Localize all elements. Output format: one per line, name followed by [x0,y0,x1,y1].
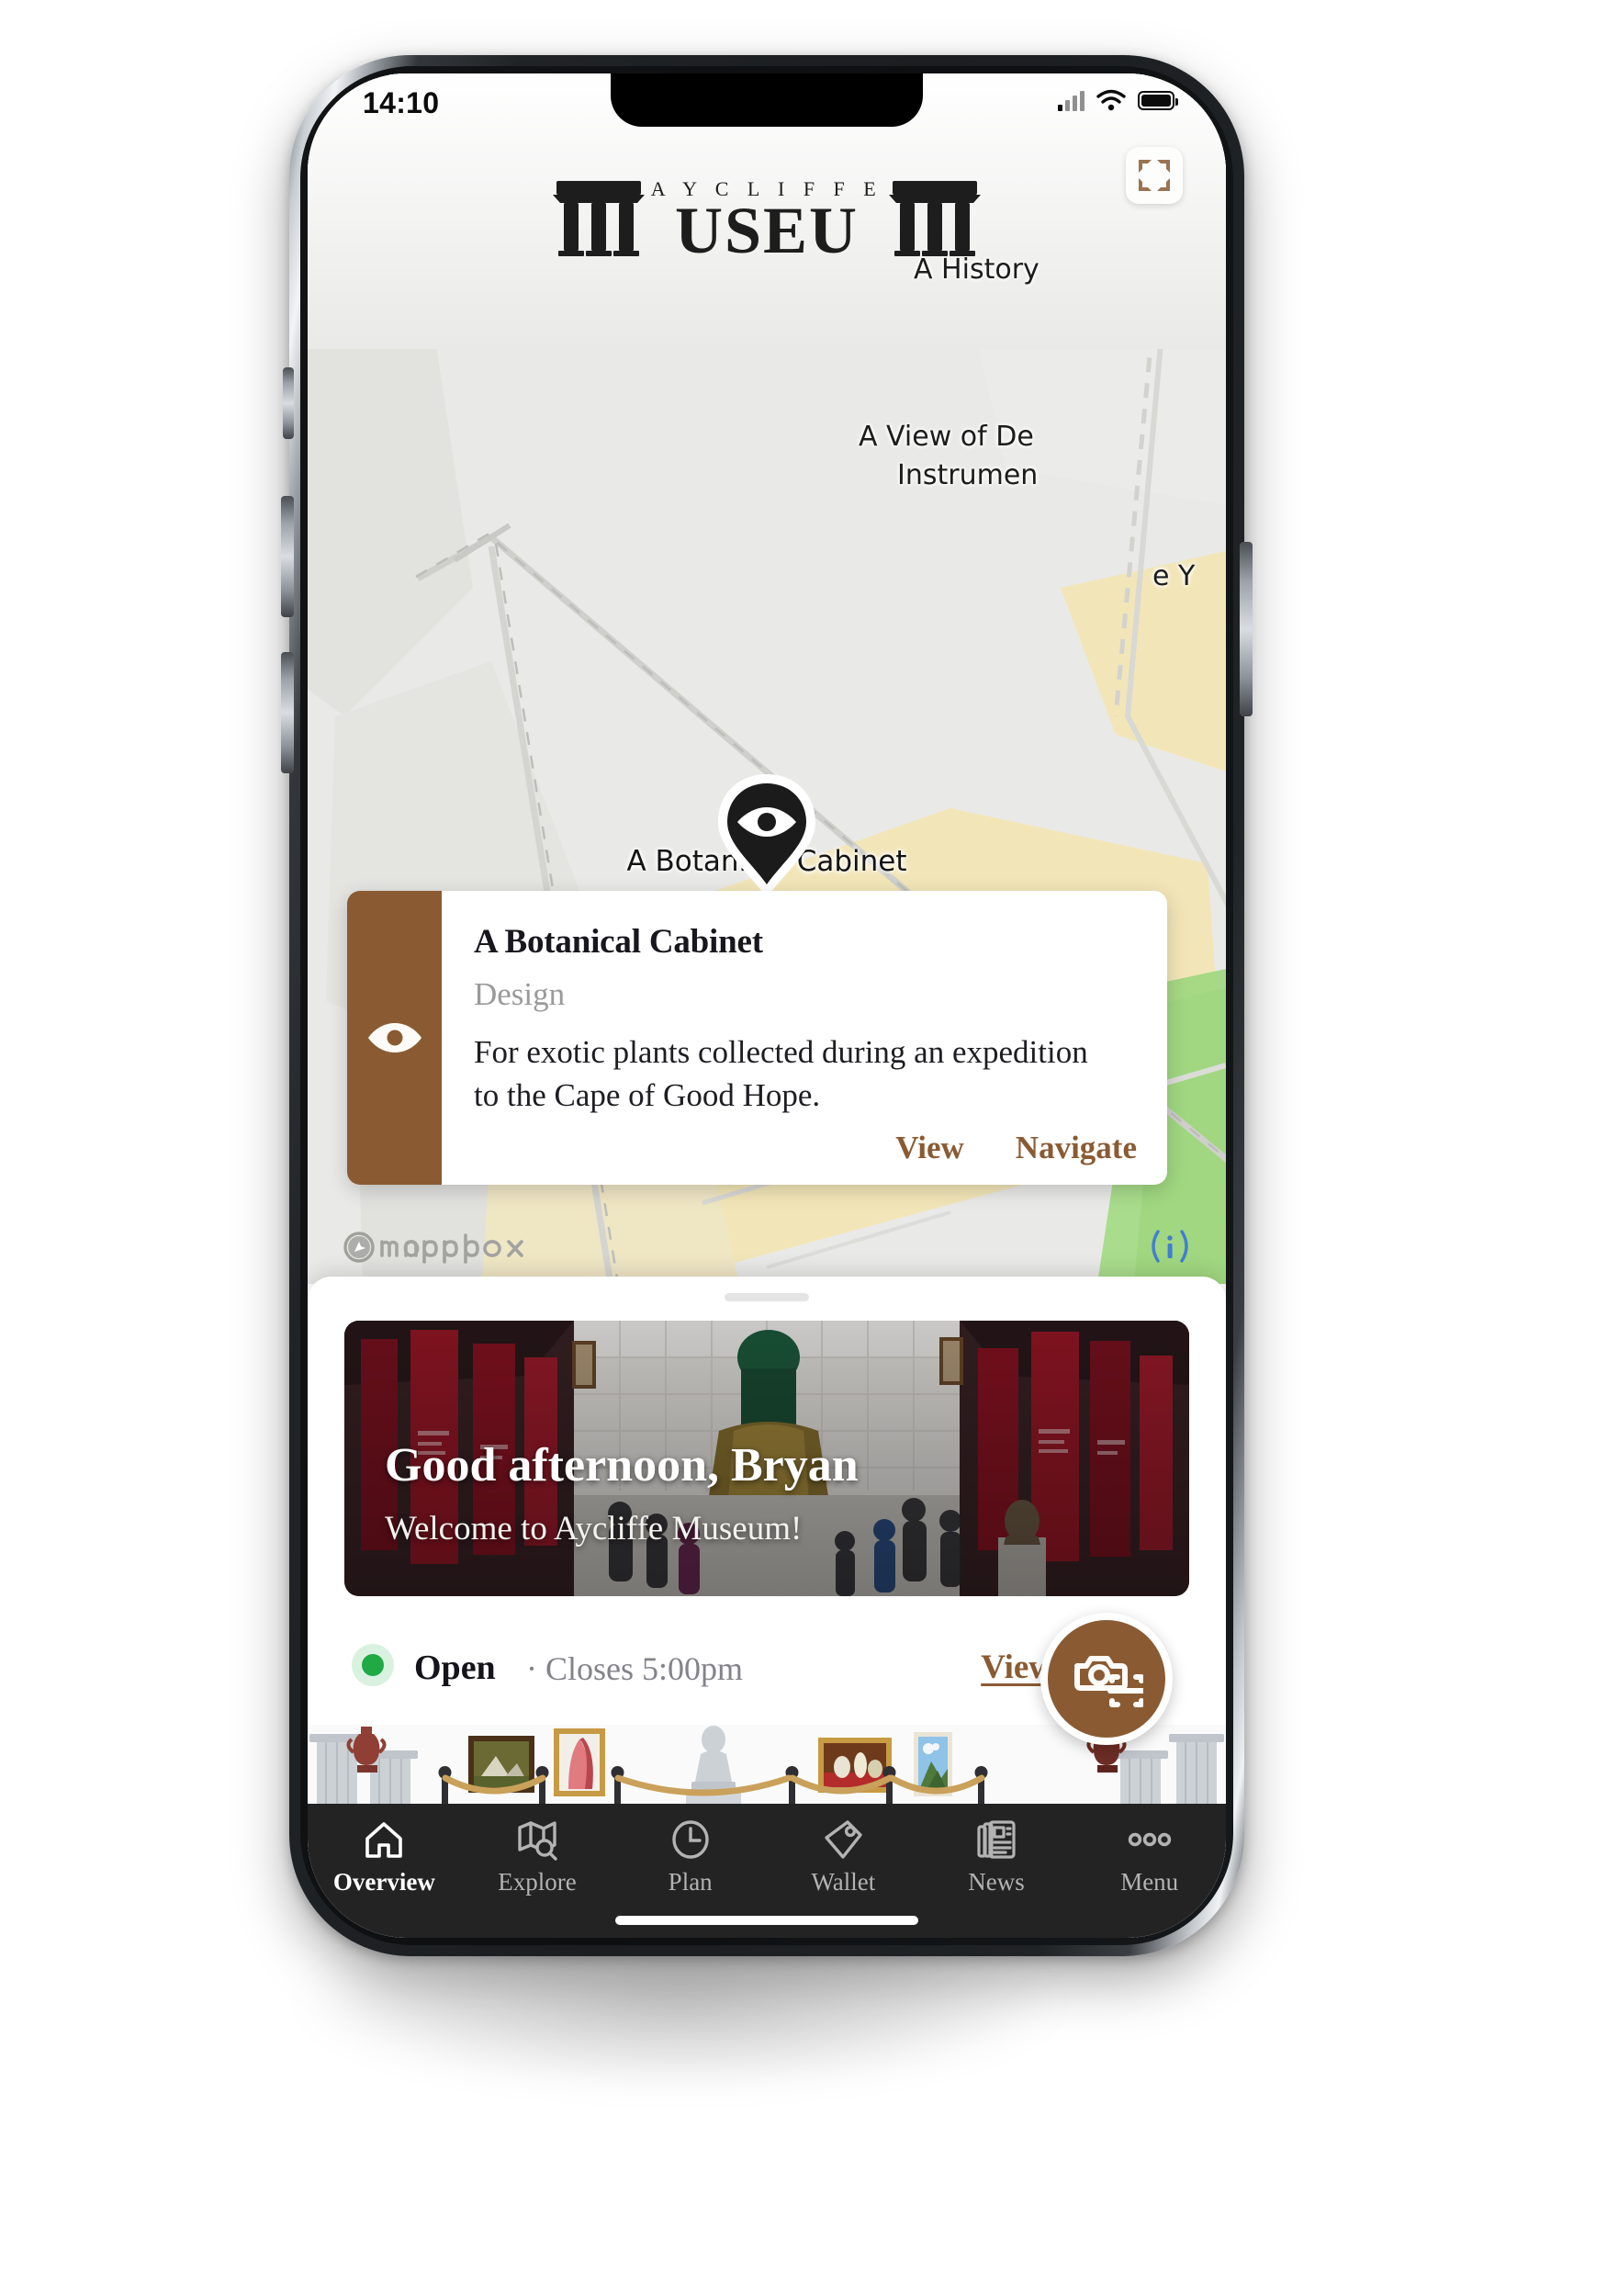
open-status-label: Open [414,1649,496,1687]
screenshot-stage: A History A View of De Instrumen e Y A B… [0,0,1607,2296]
map-label: A View of De [859,421,1034,453]
map-pin-botanical-cabinet[interactable] [709,767,825,909]
nav-label-plan: Plan [668,1868,713,1896]
nav-label-menu: Menu [1120,1868,1179,1896]
nav-item-overview[interactable]: Overview [308,1818,461,1896]
map-fullscreen-button[interactable] [1126,147,1183,204]
mapbox-logo-icon [343,1232,523,1264]
battery-icon [1138,90,1178,110]
closing-time-text: Closes 5:00pm [545,1650,744,1687]
poi-card-body: A Botanical Cabinet Design For exotic pl… [442,891,1167,1185]
mapbox-attribution[interactable] [340,1227,542,1267]
wifi-icon [1096,89,1126,111]
overview-bottom-sheet[interactable]: Good afternoon, Bryan Welcome to Aycliff… [308,1277,1226,1809]
volume-down-button[interactable] [281,652,294,773]
home-icon [363,1818,405,1861]
camera-scan-icon [1074,1656,1143,1707]
poi-card-description: For exotic plants collected during an ex… [474,1034,1088,1113]
more-dots-icon [1124,1818,1175,1861]
volume-up-button[interactable] [281,496,294,617]
nav-item-plan[interactable]: Plan [613,1818,767,1896]
fullscreen-expand-icon [1139,160,1170,191]
map-attribution-info-button[interactable] [1143,1226,1197,1271]
aycliffe-museum-logo-icon: A Y C L I F F E USEU [553,177,981,258]
greeting-title: Good afternoon, Bryan [385,1439,859,1491]
status-icons [1058,88,1178,112]
device-notch [611,73,923,127]
status-time: 14:10 [363,86,440,119]
greeting-hero-card[interactable]: Good afternoon, Bryan Welcome to Aycliff… [344,1321,1189,1596]
scan-fab-button[interactable] [1040,1613,1173,1745]
open-status-row: Open · Closes 5:00pm View [344,1613,1189,1745]
nav-label-news: News [968,1868,1025,1896]
eye-icon [367,1023,421,1052]
open-status-indicator [352,1644,394,1686]
poi-card-title: A Botanical Cabinet [474,923,763,961]
open-status-dot [362,1654,384,1676]
newspaper-icon [975,1818,1017,1861]
eye-map-pin-icon [718,774,815,897]
poi-navigate-button[interactable]: Navigate [1016,1130,1137,1166]
nav-label-wallet: Wallet [811,1868,876,1896]
nav-item-news[interactable]: News [920,1818,1073,1896]
app-logo: A Y C L I F F E USEU [308,170,1226,263]
home-indicator[interactable] [615,1916,918,1925]
sheet-drag-handle[interactable] [725,1293,809,1301]
map-label: e Y [1152,560,1196,592]
clock-icon [669,1818,712,1861]
nav-item-menu[interactable]: Menu [1073,1818,1226,1896]
tag-icon [822,1818,864,1861]
greeting-subtitle: Welcome to Aycliffe Museum! [385,1510,803,1548]
poi-info-card[interactable]: A Botanical Cabinet Design For exotic pl… [347,891,1167,1185]
nav-label-overview: Overview [332,1868,435,1896]
phone-screen: A History A View of De Instrumen e Y A B… [308,73,1226,1938]
info-circle-icon [1152,1230,1188,1263]
nav-item-explore[interactable]: Explore [461,1818,614,1896]
nav-item-wallet[interactable]: Wallet [767,1818,920,1896]
power-button[interactable] [1240,542,1253,716]
closing-time-label: · Closes 5:00pm [526,1649,743,1688]
map-label: Instrumen [897,459,1039,491]
poi-card-accent-bar [347,891,442,1185]
poi-card-actions: View Navigate [895,1130,1137,1166]
map-search-icon [516,1818,558,1861]
status-separator: · [526,1650,537,1687]
silent-switch[interactable] [283,367,294,439]
poi-card-category: Design [474,976,566,1012]
nav-label-explore: Explore [498,1868,577,1896]
signal-bars-icon [1058,89,1084,111]
svg-text:USEU: USEU [675,194,859,258]
poi-view-button[interactable]: View [895,1130,964,1166]
